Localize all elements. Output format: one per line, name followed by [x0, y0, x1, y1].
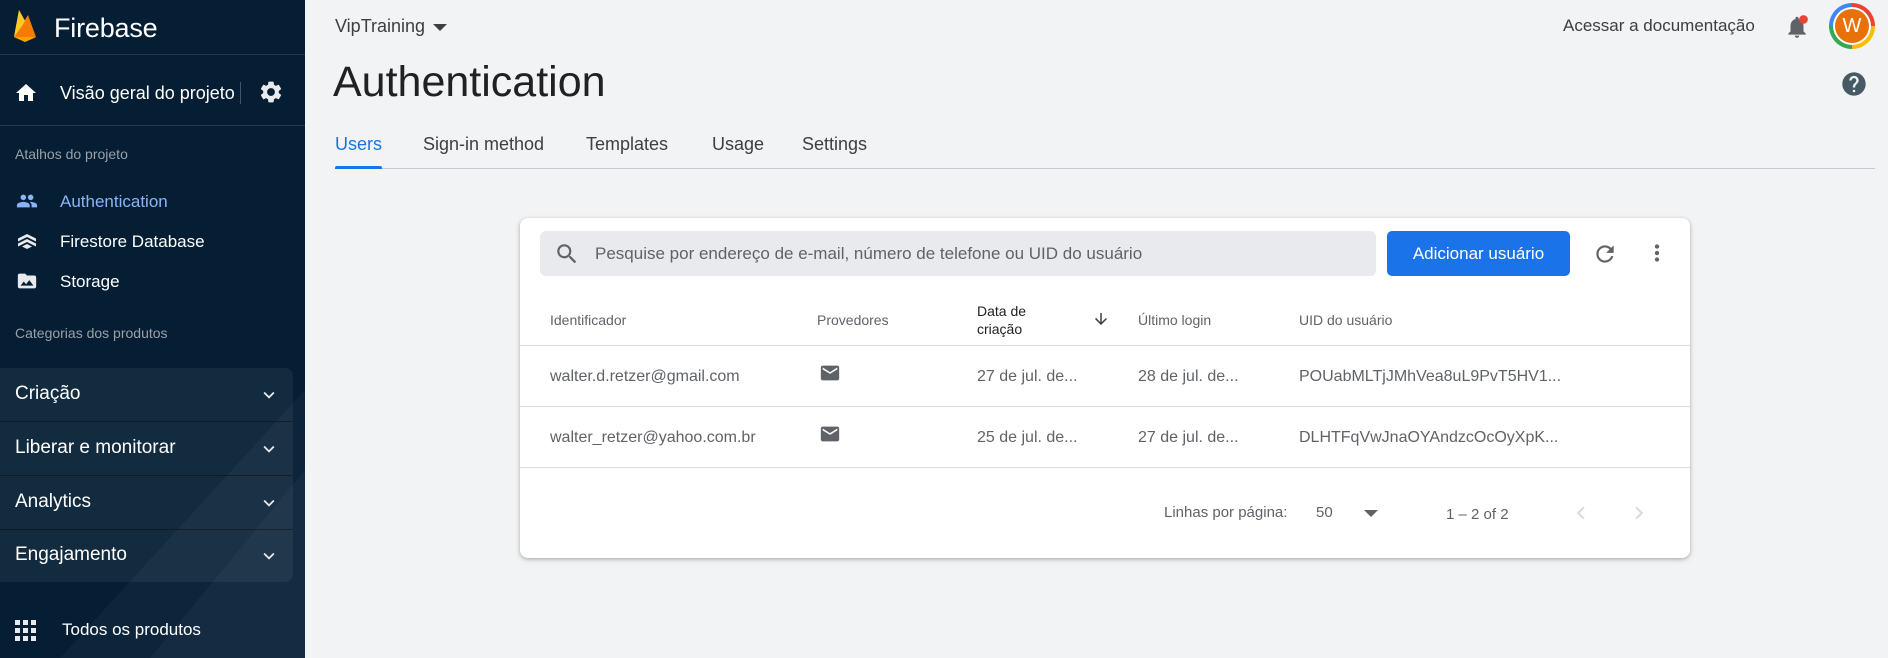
add-user-button[interactable]: Adicionar usuário	[1387, 231, 1570, 276]
rows-per-page-select[interactable]: 50	[1316, 498, 1406, 528]
docs-link[interactable]: Acessar a documentação	[1563, 16, 1755, 36]
email-icon	[817, 362, 843, 389]
table-row[interactable]: walter_retzer@yahoo.com.br 25 de jul. de…	[520, 407, 1690, 468]
categories-section-title: Categorias dos produtos	[15, 325, 168, 341]
caret-down-icon	[1364, 504, 1378, 523]
auth-tabs: Users Sign-in method Templates Usage Set…	[335, 130, 1875, 169]
avatar-initial: W	[1835, 9, 1869, 43]
users-card: Adicionar usuário Identificador Provedor…	[520, 218, 1690, 558]
notification-bell-icon[interactable]	[1784, 14, 1810, 45]
project-overview-link[interactable]: Visão geral do projeto	[0, 70, 305, 114]
sidebar: Firebase Visão geral do projeto Atalhos …	[0, 0, 305, 658]
chevron-down-icon	[258, 384, 280, 411]
firebase-brand[interactable]: Firebase	[12, 8, 158, 48]
rows-per-page-label: Linhas por página:	[1164, 504, 1288, 521]
user-identifier: walter_retzer@yahoo.com.br	[550, 429, 756, 446]
category-label: Criação	[15, 383, 81, 404]
avatar-ring: W	[1833, 7, 1871, 45]
settings-gear-icon[interactable]	[258, 79, 284, 110]
all-products-label: Todos os produtos	[62, 620, 201, 639]
column-last-login[interactable]: Último login	[1138, 312, 1211, 328]
refresh-icon[interactable]	[1592, 241, 1618, 272]
tab-usage[interactable]: Usage	[712, 134, 764, 169]
rows-per-page-value: 50	[1316, 504, 1333, 521]
category-label: Engajamento	[15, 544, 127, 565]
tab-sign-in-method[interactable]: Sign-in method	[423, 134, 544, 169]
more-options-icon[interactable]	[1644, 240, 1670, 271]
help-icon[interactable]	[1840, 70, 1868, 103]
user-search-box[interactable]	[540, 231, 1376, 276]
pagination-bar: Linhas por página: 50 1 – 2 of 2	[520, 488, 1690, 538]
pagination-range: 1 – 2 of 2	[1446, 506, 1509, 523]
user-uid: DLHTFqVwJnaOYAndzcOcOyXpK...	[1299, 429, 1559, 446]
user-created-date: 27 de jul. de...	[977, 368, 1078, 385]
tab-templates[interactable]: Templates	[586, 134, 668, 169]
tab-settings[interactable]: Settings	[802, 134, 867, 169]
sidebar-item-storage[interactable]: Storage	[0, 263, 305, 299]
chevron-left-icon[interactable]	[1568, 500, 1594, 531]
search-input[interactable]	[595, 231, 1365, 276]
caret-down-icon	[433, 16, 448, 37]
chevron-right-icon[interactable]	[1626, 500, 1652, 531]
column-uid[interactable]: UID do usuário	[1299, 312, 1392, 328]
search-icon	[554, 241, 580, 272]
image-folder-icon	[14, 270, 40, 297]
user-avatar[interactable]: W	[1829, 3, 1875, 49]
chevron-down-icon	[258, 438, 280, 465]
tab-users[interactable]: Users	[335, 134, 383, 169]
overview-separator	[240, 82, 241, 104]
project-name: VipTraining	[335, 16, 426, 36]
page-title: Authentication	[333, 58, 606, 106]
sidebar-divider	[0, 125, 305, 126]
firestore-icon	[14, 230, 40, 259]
sidebar-item-firestore[interactable]: Firestore Database	[0, 223, 305, 259]
home-icon	[14, 81, 38, 110]
category-label: Liberar e monitorar	[15, 437, 176, 458]
users-table-header: Identificador Provedores Data de criação…	[520, 294, 1690, 346]
column-providers[interactable]: Provedores	[817, 312, 889, 328]
arrow-down-icon[interactable]	[1092, 310, 1110, 333]
user-identifier: walter.d.retzer@gmail.com	[550, 368, 740, 385]
product-categories-panel: Criação Liberar e monitorar Analytics En…	[0, 368, 293, 582]
category-criacao[interactable]: Criação	[0, 368, 293, 421]
column-identifier[interactable]: Identificador	[550, 312, 626, 328]
email-icon	[817, 423, 843, 450]
sidebar-item-label: Authentication	[60, 192, 168, 211]
project-overview-label: Visão geral do projeto	[60, 83, 235, 103]
user-last-login: 27 de jul. de...	[1138, 429, 1239, 446]
sidebar-item-label: Storage	[60, 272, 120, 291]
chevron-down-icon	[258, 545, 280, 572]
shortcuts-section-title: Atalhos do projeto	[15, 146, 128, 162]
column-created-line2[interactable]: criação	[977, 321, 1022, 337]
category-analytics[interactable]: Analytics	[0, 476, 293, 529]
people-icon	[14, 190, 40, 217]
table-row[interactable]: walter.d.retzer@gmail.com 27 de jul. de.…	[520, 346, 1690, 407]
sidebar-item-authentication[interactable]: Authentication	[0, 183, 305, 219]
user-last-login: 28 de jul. de...	[1138, 368, 1239, 385]
category-liberar-monitorar[interactable]: Liberar e monitorar	[0, 422, 293, 475]
category-engajamento[interactable]: Engajamento	[0, 529, 293, 582]
user-uid: POUabMLTjJMhVea8uL9PvT5HV1...	[1299, 368, 1562, 385]
column-created-line1[interactable]: Data de	[977, 303, 1026, 319]
chevron-down-icon	[258, 492, 280, 519]
category-label: Analytics	[15, 491, 92, 512]
sidebar-item-label: Firestore Database	[60, 232, 205, 251]
firebase-logo-icon	[12, 9, 38, 48]
project-selector[interactable]: VipTraining	[335, 16, 448, 37]
all-products-link[interactable]: Todos os produtos	[0, 610, 305, 650]
apps-grid-icon	[15, 620, 37, 647]
sidebar-divider	[0, 54, 305, 55]
firebase-brand-name: Firebase	[54, 12, 158, 43]
user-created-date: 25 de jul. de...	[977, 429, 1078, 446]
